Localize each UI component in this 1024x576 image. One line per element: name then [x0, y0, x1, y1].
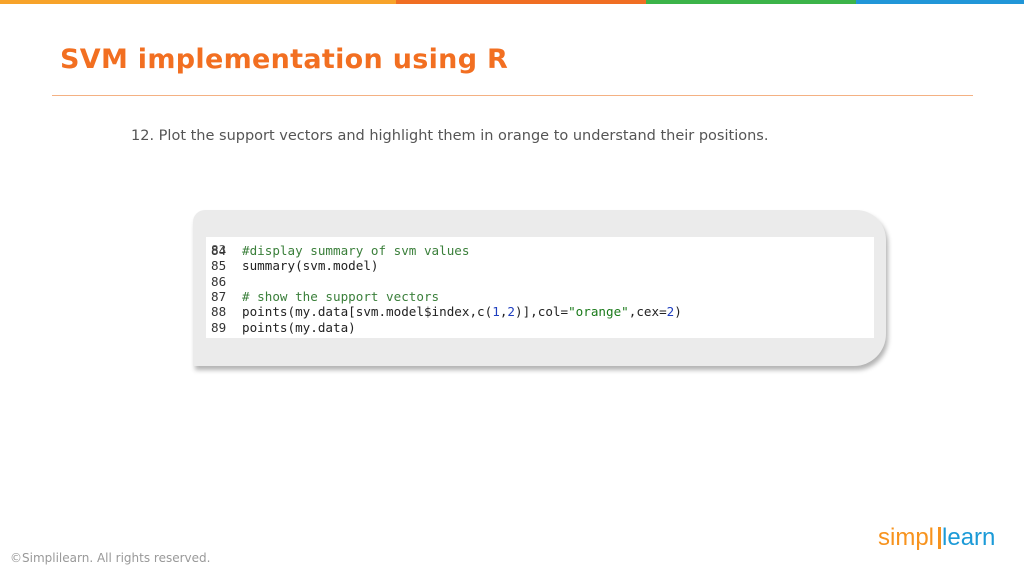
slide-title: SVM implementation using R — [60, 44, 509, 75]
line-number: 84 — [211, 243, 227, 258]
top-color-bar — [0, 0, 1024, 4]
top-bar-segment-green — [646, 0, 856, 4]
line-number: 86 — [211, 273, 227, 289]
code-line-partial-bottom: 90 — [206, 333, 874, 338]
code-line: 88 points(my.data[svm.model$index,c(1,2)]… — [206, 304, 874, 319]
simplilearn-logo: simpl learn — [878, 524, 998, 554]
line-number: 85 — [211, 258, 227, 274]
logo-text-learn: learn — [942, 524, 996, 551]
code-line-partial-top: 83 — [206, 237, 874, 257]
logo-text-simpl: simpl — [878, 524, 935, 551]
code-editor[interactable]: 83 84 #display summary of svm values 85 sum… — [206, 237, 874, 338]
code-line: 85 summary(svm.model) — [206, 258, 874, 273]
top-bar-segment-yellow — [0, 0, 396, 4]
top-bar-segment-orange — [396, 0, 646, 4]
title-divider — [52, 95, 973, 96]
line-number: 88 — [211, 304, 227, 320]
code-text: # show the support vectors — [242, 288, 440, 304]
code-line: 87 # show the support vectors — [206, 289, 874, 304]
step-instruction: 12. Plot the support vectors and highlig… — [131, 128, 769, 144]
code-line: 84 #display summary of svm values — [206, 243, 874, 258]
code-text: points(my.data[svm.model$index,c(1,2)],c… — [242, 304, 682, 320]
copyright-notice: ©Simplilearn. All rights reserved. — [10, 551, 211, 565]
code-text: summary(svm.model) — [242, 258, 379, 274]
code-text: #display summary of svm values — [242, 243, 470, 258]
top-bar-segment-blue — [856, 0, 1024, 4]
code-line: 86 — [206, 274, 874, 289]
simplilearn-logo-icon — [938, 527, 941, 549]
line-number: 87 — [211, 288, 227, 304]
